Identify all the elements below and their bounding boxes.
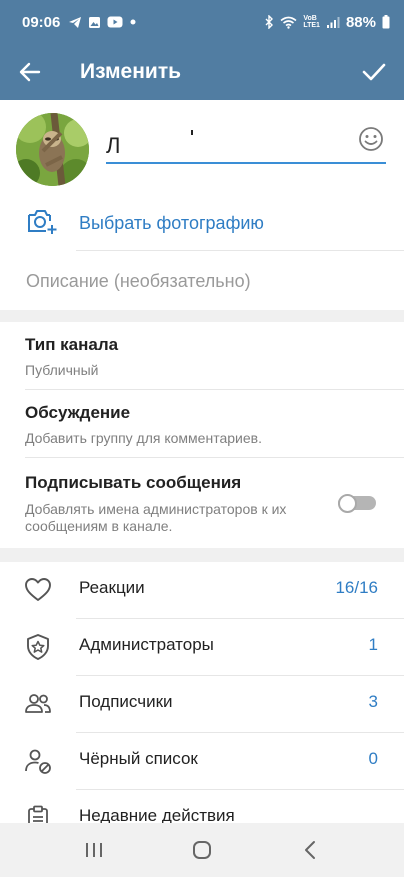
discussion-subtitle: Добавить группу для комментариев. xyxy=(25,430,262,446)
list-item-blacklist[interactable]: Чёрный список 0 xyxy=(0,733,404,789)
page-title: Изменить xyxy=(80,60,182,83)
name-underline xyxy=(106,162,386,164)
list-item-value: 3 xyxy=(368,692,378,711)
list-item-value: 1 xyxy=(368,635,378,654)
section-gap xyxy=(0,310,404,322)
back-button[interactable] xyxy=(0,44,60,100)
section-gap xyxy=(0,548,404,562)
toggle-knob xyxy=(338,494,357,513)
dot-icon xyxy=(129,18,137,26)
status-time: 09:06 xyxy=(22,13,61,31)
sign-messages-subtitle-line2: сообщениям в канале. xyxy=(25,518,173,534)
text-cursor xyxy=(191,130,193,135)
status-bar: 09:06 VoB LTE1 88% xyxy=(0,0,404,44)
channel-type-value: Публичный xyxy=(25,362,99,378)
battery-icon xyxy=(382,15,390,29)
emoji-button[interactable] xyxy=(358,126,386,154)
list-item-value: 0 xyxy=(368,749,378,768)
channel-name-field xyxy=(106,122,386,164)
system-back-button[interactable] xyxy=(280,823,340,877)
telegram-icon xyxy=(68,16,82,29)
recent-apps-button[interactable] xyxy=(64,823,124,877)
toolbar: Изменить xyxy=(0,44,404,100)
network-label: VoB LTE1 xyxy=(303,15,320,29)
avatar[interactable] xyxy=(16,113,89,186)
channel-name-input[interactable] xyxy=(106,122,346,162)
smile-icon xyxy=(359,127,383,151)
done-button[interactable] xyxy=(344,44,404,100)
battery-percent: 88% xyxy=(345,13,376,31)
sign-messages-title: Подписывать сообщения xyxy=(25,473,242,492)
shield-star-icon xyxy=(24,633,52,661)
description-input[interactable]: Описание (необязательно) xyxy=(26,265,386,297)
heart-icon xyxy=(24,576,52,604)
pick-photo-label: Выбрать фотографию xyxy=(79,212,264,233)
channel-type-title: Тип канала xyxy=(25,335,119,354)
image-icon xyxy=(88,16,101,29)
recent-apps-icon xyxy=(86,843,102,857)
signal-icon xyxy=(326,16,340,29)
list-item-label: Администраторы xyxy=(79,635,214,654)
list-item-admins[interactable]: Администраторы 1 xyxy=(0,619,404,675)
youtube-icon xyxy=(107,16,123,28)
chevron-left-icon xyxy=(305,841,315,859)
list-item-reactions[interactable]: Реакции 16/16 xyxy=(0,562,404,618)
add-photo-icon xyxy=(26,207,60,240)
users-icon xyxy=(24,690,52,718)
check-icon xyxy=(362,63,386,81)
list-item-label: Подписчики xyxy=(79,692,173,711)
sign-messages-toggle[interactable] xyxy=(338,494,376,513)
system-nav-bar xyxy=(0,823,404,877)
list-item-label: Чёрный список xyxy=(79,749,198,768)
channel-type-item[interactable]: Тип канала Публичный xyxy=(0,322,404,390)
home-icon xyxy=(193,841,211,859)
list-item-value: 16/16 xyxy=(335,578,378,597)
user-blocked-icon xyxy=(24,747,52,775)
discussion-item[interactable]: Обсуждение Добавить группу для комментар… xyxy=(0,390,404,458)
list-item-subscribers[interactable]: Подписчики 3 xyxy=(0,676,404,732)
list-item-label: Реакции xyxy=(79,578,145,597)
profile-section: Выбрать фотографию Описание (необязатель… xyxy=(0,100,404,310)
discussion-title: Обсуждение xyxy=(25,403,131,422)
pick-photo-button[interactable]: Выбрать фотографию xyxy=(0,198,404,248)
sign-messages-subtitle-line1: Добавлять имена администраторов к их xyxy=(25,501,287,517)
divider xyxy=(76,250,404,251)
arrow-left-icon xyxy=(19,62,41,82)
bluetooth-icon xyxy=(264,15,274,29)
wifi-icon xyxy=(280,16,297,29)
home-button[interactable] xyxy=(172,823,232,877)
